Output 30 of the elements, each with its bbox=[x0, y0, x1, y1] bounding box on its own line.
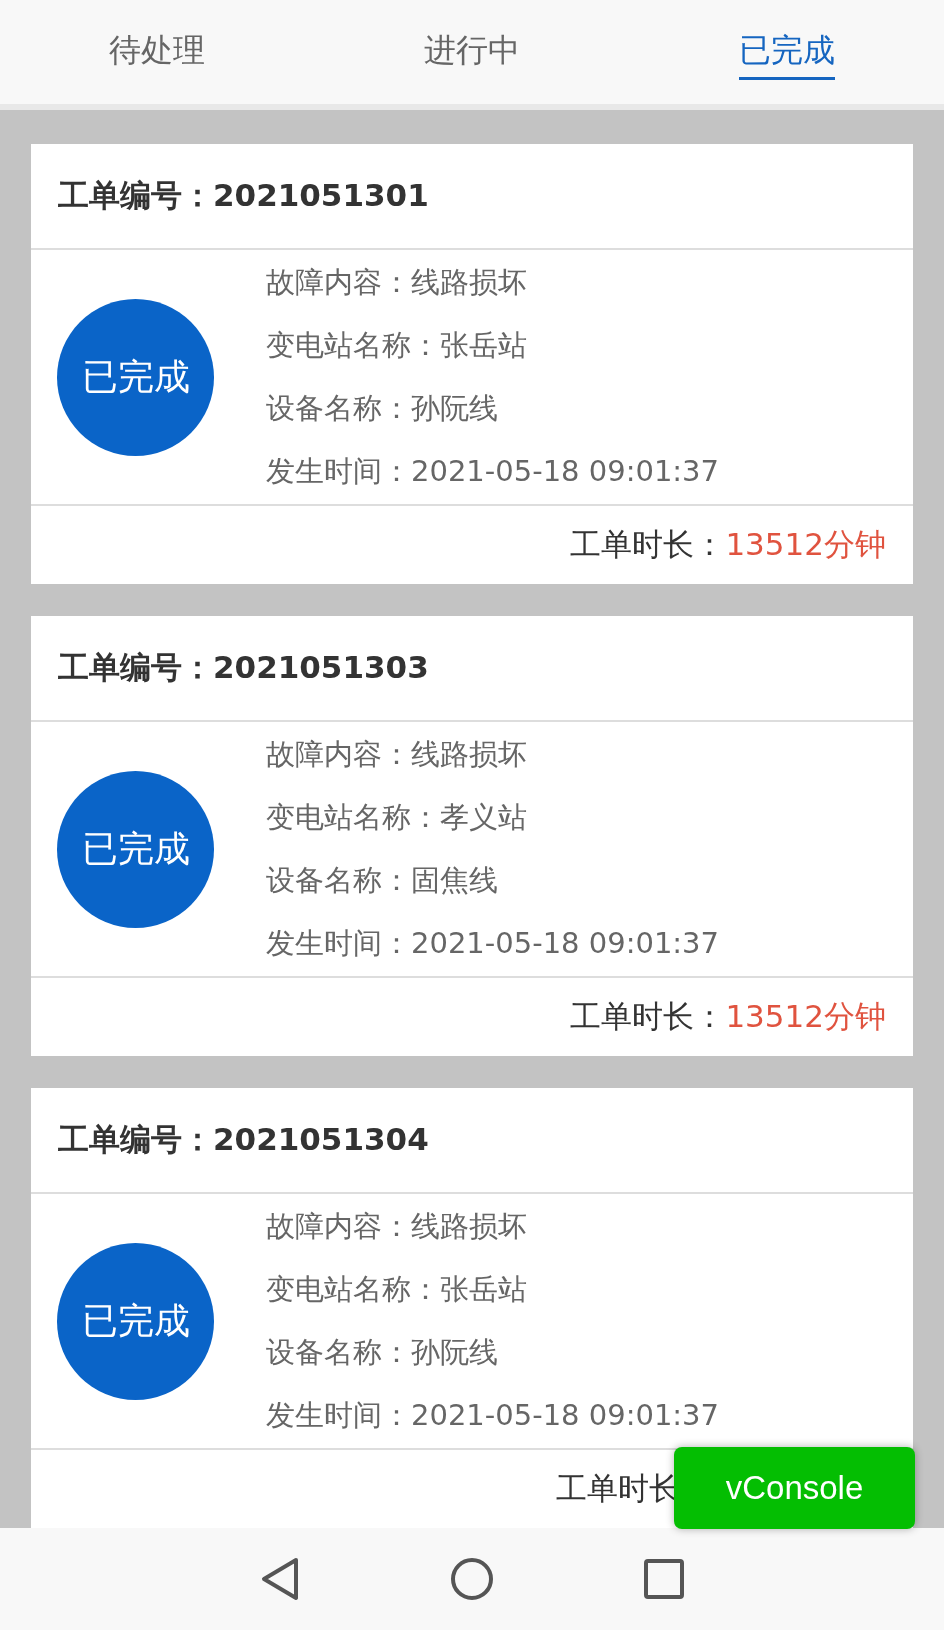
order-detail: 发生时间：2021-05-18 09:01:37 bbox=[266, 1397, 719, 1434]
tab[interactable]: 已完成 bbox=[629, 0, 944, 104]
order-detail: 变电站名称：张岳站 bbox=[266, 1271, 528, 1308]
order-detail: 变电站名称：孝义站 bbox=[266, 799, 528, 836]
order-card[interactable]: 工单编号：2021051303 已完成 故障内容：线路损坏 变电站名称：孝义站 设备名称：固焦线 发生时间：2021-05-18 09:01:37 工单时长：13512分钟 bbox=[31, 616, 913, 1056]
order-detail: 设备名称：固焦线 bbox=[266, 862, 499, 899]
duration-value: 13512分钟 bbox=[725, 525, 886, 564]
order-detail: 故障内容：线路损坏 bbox=[266, 1208, 528, 1245]
status-badge: 已完成 bbox=[57, 298, 214, 456]
home-icon[interactable] bbox=[450, 1557, 494, 1601]
tab[interactable]: 待处理 bbox=[0, 0, 315, 104]
order-detail: 发生时间：2021-05-18 09:01:37 bbox=[266, 925, 719, 962]
order-detail: 故障内容：线路损坏 bbox=[266, 736, 528, 773]
order-detail: 故障内容：线路损坏 bbox=[266, 264, 528, 301]
order-card[interactable]: 工单编号：2021051301 已完成 故障内容：线路损坏 变电站名称：张岳站 设备名称：孙阮线 发生时间：2021-05-18 09:01:37 工单时长：13512分钟 bbox=[31, 144, 913, 584]
order-number: 工单编号：2021051303 bbox=[31, 616, 913, 722]
duration-label: 工单时长： bbox=[570, 525, 726, 564]
order-detail: 设备名称：孙阮线 bbox=[266, 390, 499, 427]
status-badge: 已完成 bbox=[57, 770, 214, 928]
duration-label: 工单时长： bbox=[570, 997, 726, 1036]
duration-value: 13512分钟 bbox=[725, 997, 886, 1036]
recents-icon[interactable] bbox=[644, 1559, 684, 1599]
order-number: 工单编号：2021051304 bbox=[31, 1088, 913, 1194]
back-icon[interactable] bbox=[260, 1557, 300, 1601]
order-detail: 发生时间：2021-05-18 09:01:37 bbox=[266, 453, 719, 490]
tab[interactable]: 进行中 bbox=[314, 0, 630, 104]
status-badge: 已完成 bbox=[57, 1242, 214, 1400]
order-detail: 变电站名称：张岳站 bbox=[266, 327, 528, 364]
order-detail: 设备名称：孙阮线 bbox=[266, 1334, 499, 1371]
order-number: 工单编号：2021051301 bbox=[31, 144, 913, 250]
